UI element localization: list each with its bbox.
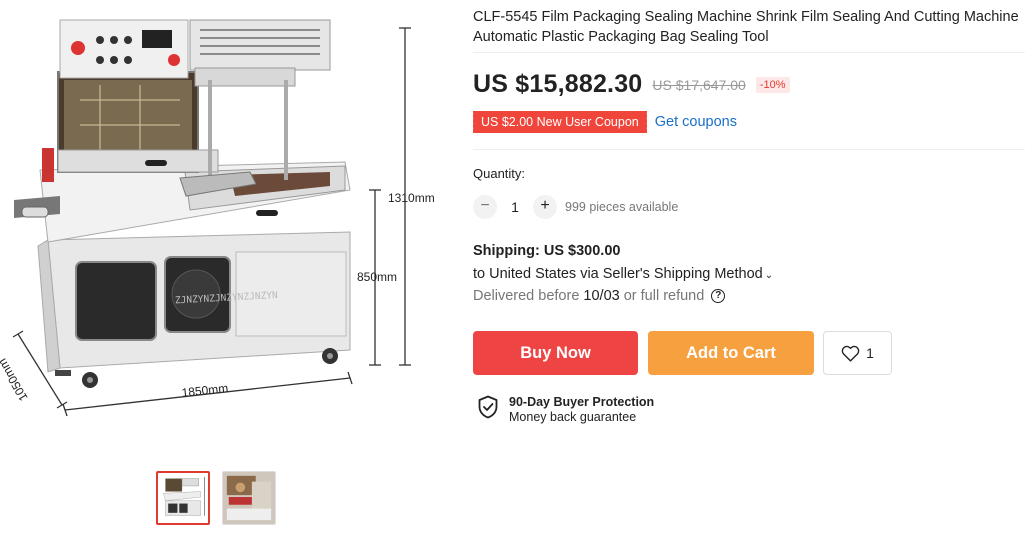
discount-badge: -10% xyxy=(755,76,790,93)
quantity-decrease-button[interactable]: − xyxy=(473,195,497,219)
dimension-label-depth: 1050mm xyxy=(0,356,31,403)
delivery-prefix: Delivered before xyxy=(473,288,580,304)
quantity-increase-button[interactable]: + xyxy=(533,195,557,219)
protection-text: 90-Day Buyer Protection Money back guara… xyxy=(509,395,654,425)
delivery-suffix: or full refund xyxy=(623,288,705,304)
current-price: US $15,882.30 xyxy=(473,70,643,98)
original-price: US $17,647.00 xyxy=(652,76,746,93)
title-divider xyxy=(473,52,1025,53)
wishlist-button[interactable]: 1 xyxy=(823,331,892,375)
buy-now-button[interactable]: Buy Now xyxy=(473,331,638,375)
dimension-label-height: 1310mm xyxy=(388,191,435,205)
help-circle-icon[interactable]: ? xyxy=(711,289,726,303)
delivery-date: 10/03 xyxy=(583,288,620,304)
add-to-cart-button[interactable]: Add to Cart xyxy=(648,331,814,375)
shipping-destination-text[interactable]: to United States via Seller's Shipping M… xyxy=(473,266,763,282)
thumbnail-strip xyxy=(156,471,276,525)
coupon-row: US $2.00 New User Coupon Get coupons xyxy=(471,111,737,133)
thumbnail-2[interactable] xyxy=(222,471,276,525)
get-coupons-link[interactable]: Get coupons xyxy=(655,114,737,130)
coupon-divider xyxy=(473,149,1025,150)
shield-check-icon xyxy=(478,395,498,419)
dimension-label-length: 1850mm xyxy=(181,381,229,400)
pieces-available: 999 pieces available xyxy=(565,200,679,214)
coupon-badge: US $2.00 New User Coupon xyxy=(471,111,647,133)
price-row: US $15,882.30 US $17,647.00 -10% xyxy=(473,70,790,99)
protection-subtitle: Money back guarantee xyxy=(509,410,637,424)
wishlist-count: 1 xyxy=(866,345,874,361)
shipping-destination[interactable]: to United States via Seller's Shipping M… xyxy=(473,266,773,282)
dimension-label-table-height: 850mm xyxy=(357,270,397,284)
quantity-stepper: − 1 + 999 pieces available xyxy=(473,195,678,219)
heart-icon xyxy=(841,345,860,362)
quantity-value[interactable]: 1 xyxy=(497,199,533,215)
product-title: CLF-5545 Film Packaging Sealing Machine … xyxy=(473,9,1019,45)
main-product-image[interactable]: 1310mm 850mm 1850mm 1050mm ZJNZYNZJNZYNZ… xyxy=(0,0,455,455)
product-gallery: 1310mm 850mm 1850mm 1050mm ZJNZYNZJNZYNZ… xyxy=(0,0,455,539)
chevron-down-icon[interactable]: ⌄ xyxy=(765,270,773,281)
protection-title: 90-Day Buyer Protection xyxy=(509,395,655,409)
shipping-cost: Shipping: US $300.00 xyxy=(473,243,621,259)
buyer-protection: 90-Day Buyer Protection Money back guara… xyxy=(477,395,654,425)
delivery-estimate: Delivered before 10/03 or full refund ? xyxy=(473,288,726,304)
thumbnail-1[interactable] xyxy=(156,471,210,525)
quantity-label: Quantity: xyxy=(473,166,526,181)
